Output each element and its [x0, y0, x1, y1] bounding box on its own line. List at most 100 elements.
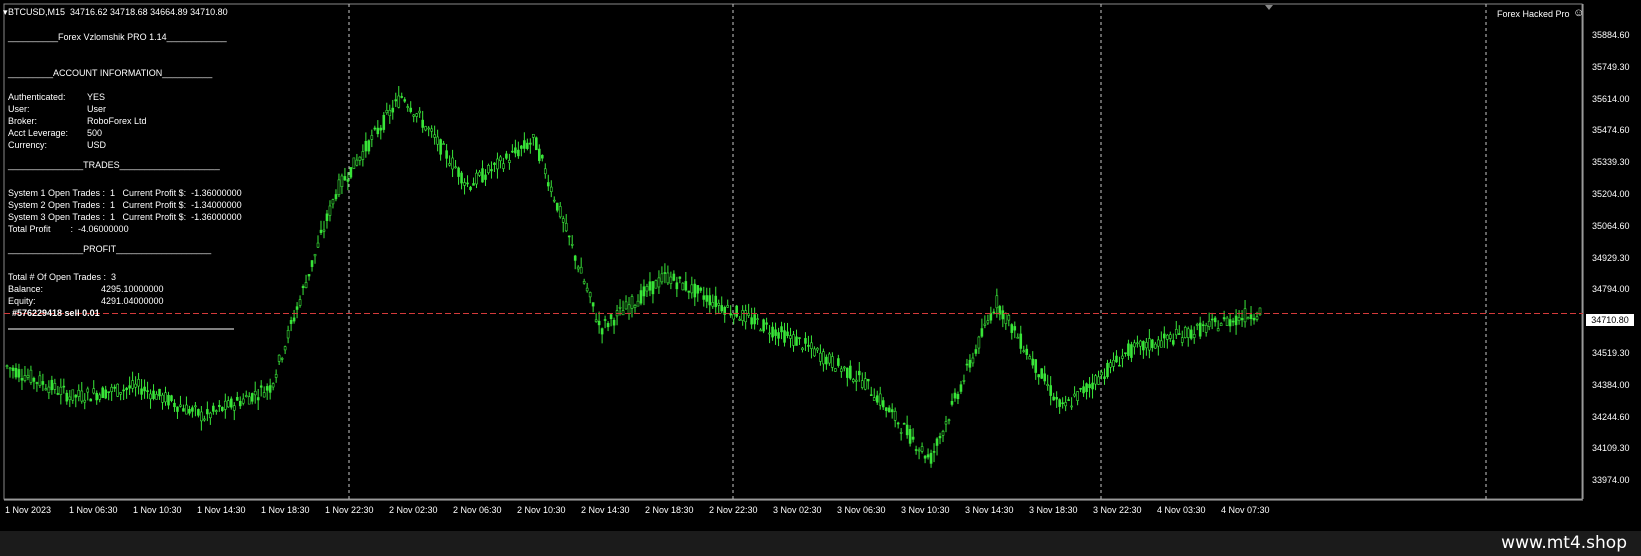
- order-label[interactable]: #576229418 sell 0.01: [12, 308, 100, 318]
- candle-body: [244, 395, 248, 397]
- candle-body: [597, 320, 601, 326]
- candle-body: [639, 290, 643, 304]
- candle-body: [1091, 382, 1094, 390]
- candle-body: [591, 302, 595, 307]
- authenticated-value: YES: [87, 92, 106, 102]
- candle-body: [1058, 399, 1061, 407]
- profit-header: _______________PROFIT___________________: [8, 244, 212, 254]
- candle-body: [1016, 336, 1020, 339]
- candle-body: [262, 392, 266, 398]
- candle-body: [313, 253, 317, 257]
- candle-body: [1243, 308, 1247, 323]
- candle-body: [304, 282, 308, 289]
- broker-value: RoboForex Ltd: [87, 116, 147, 126]
- candle-body: [834, 368, 837, 372]
- candle-body: [32, 377, 36, 382]
- candle-body: [741, 310, 744, 321]
- candle-body: [197, 409, 200, 416]
- collapse-triangle-icon[interactable]: ▾: [3, 6, 8, 18]
- candle-body: [651, 281, 655, 295]
- candle-body: [1067, 399, 1070, 401]
- candle-body: [744, 310, 747, 323]
- candle-body: [68, 396, 72, 400]
- time-axis-label: 1 Nov 14:30: [197, 505, 246, 515]
- price-axis-label: 34519.30: [1592, 348, 1630, 358]
- candle-body: [1201, 324, 1205, 326]
- candle-body: [20, 378, 24, 381]
- candle-body: [388, 109, 392, 117]
- time-axis-label: 3 Nov 18:30: [1029, 505, 1078, 515]
- candle-body: [801, 347, 804, 351]
- candle-body: [406, 106, 410, 108]
- candle-body: [424, 126, 427, 131]
- candle-body: [140, 388, 143, 395]
- candle-body: [143, 386, 146, 392]
- candle-body: [843, 366, 846, 369]
- candle-body: [902, 423, 906, 425]
- candle-body: [663, 272, 667, 274]
- smiley-icon[interactable]: ☺: [1573, 7, 1584, 19]
- candle-body: [526, 142, 529, 149]
- time-axis-label: 2 Nov 02:30: [389, 505, 438, 515]
- candle-body: [852, 379, 855, 382]
- candle-body: [310, 260, 314, 267]
- candle-body: [38, 375, 42, 386]
- candle-body: [579, 266, 583, 274]
- candle-body: [878, 393, 882, 406]
- candle-body: [881, 400, 885, 408]
- candle-body: [119, 392, 122, 395]
- account-header: _________ACCOUNT INFORMATION__________: [8, 68, 213, 78]
- trade-line-3: System 3 Open Trades : 1 Current Profit …: [8, 212, 242, 222]
- candle-body: [1237, 317, 1241, 321]
- candle-body: [953, 392, 957, 399]
- candle-body: [403, 99, 407, 102]
- candle-body: [8, 367, 12, 370]
- candle-body: [1180, 337, 1184, 343]
- candle-body: [221, 406, 224, 411]
- time-axis-label: 2 Nov 22:30: [709, 505, 758, 515]
- time-axis-label: 3 Nov 14:30: [965, 505, 1014, 515]
- candle-body: [627, 304, 631, 314]
- candle-body: [561, 218, 565, 223]
- candle-body: [1085, 383, 1088, 392]
- candle-body: [280, 358, 284, 360]
- candle-body: [80, 390, 84, 402]
- candle-body: [792, 334, 795, 346]
- candle-body: [711, 302, 715, 307]
- price-chart[interactable]: [0, 0, 1641, 531]
- candle-body: [355, 159, 359, 166]
- total-profit-line: Total Profit : -4.06000000: [8, 224, 129, 234]
- candle-body: [672, 273, 676, 281]
- candle-body: [59, 386, 63, 395]
- candle-body: [980, 328, 984, 337]
- price-axis-label: 35749.30: [1592, 61, 1630, 72]
- candle-body: [989, 312, 993, 321]
- candle-body: [956, 394, 960, 400]
- candle-body: [905, 424, 909, 436]
- candle-body: [654, 280, 658, 289]
- candle-body: [215, 410, 218, 412]
- candle-body: [26, 375, 30, 378]
- candle-body: [753, 314, 756, 325]
- candle-body: [307, 274, 311, 277]
- candle-body: [194, 405, 197, 408]
- candle-body: [367, 140, 371, 152]
- candle-body: [247, 396, 251, 405]
- candle-body: [1225, 317, 1229, 326]
- candle-body: [603, 319, 607, 321]
- candle-body: [253, 390, 257, 396]
- candle-body: [1189, 329, 1193, 339]
- candle-body: [508, 160, 511, 164]
- candle-body: [460, 172, 463, 184]
- time-axis-label: 3 Nov 02:30: [773, 505, 822, 515]
- candle-body: [352, 157, 356, 169]
- price-axis-label: 34929.30: [1592, 252, 1630, 263]
- equity-value: 4291.04000000: [101, 296, 164, 306]
- candle-body: [771, 326, 774, 338]
- candle-body: [409, 107, 413, 112]
- candle-body: [642, 286, 646, 297]
- candle-body: [41, 381, 45, 385]
- candle-body: [738, 318, 741, 321]
- candle-body: [218, 405, 221, 407]
- candle-body: [104, 389, 107, 399]
